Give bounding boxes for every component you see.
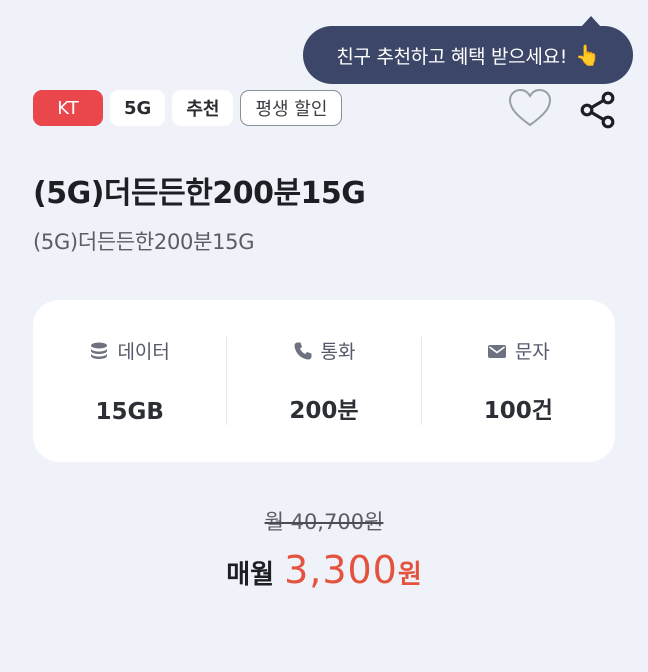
- mail-icon: [487, 344, 506, 358]
- plan-subtitle: (5G)더든든한200분15G: [33, 230, 255, 254]
- tag-list: KT 5G 추천 평생 할인: [33, 90, 343, 126]
- discount-tag: 평생 할인: [240, 90, 343, 126]
- spec-data: 데이터 15GB: [33, 337, 226, 425]
- share-icon[interactable]: [579, 91, 617, 129]
- spec-value: 15GB: [95, 399, 164, 425]
- original-price: 월 40,700원: [264, 510, 384, 534]
- monthly-price: 매월 3,300 원: [0, 548, 648, 592]
- network-tag: 5G: [110, 90, 166, 126]
- spec-label: 데이터: [117, 341, 170, 363]
- spec-call: 통화 200분: [226, 337, 420, 425]
- spec-sms: 문자 100건: [420, 337, 615, 425]
- pointing-hand-icon: 👆: [575, 43, 600, 67]
- spec-card: 데이터 15GB 통화 200분 문자 100건: [33, 300, 615, 462]
- price-unit: 원: [397, 560, 422, 590]
- phone-icon: [294, 342, 311, 359]
- referral-tooltip[interactable]: 친구 추천하고 혜택 받으세요! 👆: [303, 16, 633, 84]
- spec-value: 200분: [289, 398, 359, 424]
- spec-value: 100건: [483, 398, 553, 424]
- tooltip-text: 친구 추천하고 혜택 받으세요!: [336, 45, 568, 68]
- database-icon: [91, 342, 108, 359]
- price-amount: 3,300: [284, 548, 398, 592]
- spec-label: 문자: [514, 341, 550, 363]
- plan-title: (5G)더든든한200분15G: [33, 176, 366, 211]
- carrier-tag: KT: [33, 90, 103, 126]
- recommend-tag: 추천: [172, 90, 234, 126]
- spec-label: 통화: [320, 341, 356, 363]
- heart-icon[interactable]: [508, 88, 552, 128]
- price-label: 매월: [226, 560, 275, 590]
